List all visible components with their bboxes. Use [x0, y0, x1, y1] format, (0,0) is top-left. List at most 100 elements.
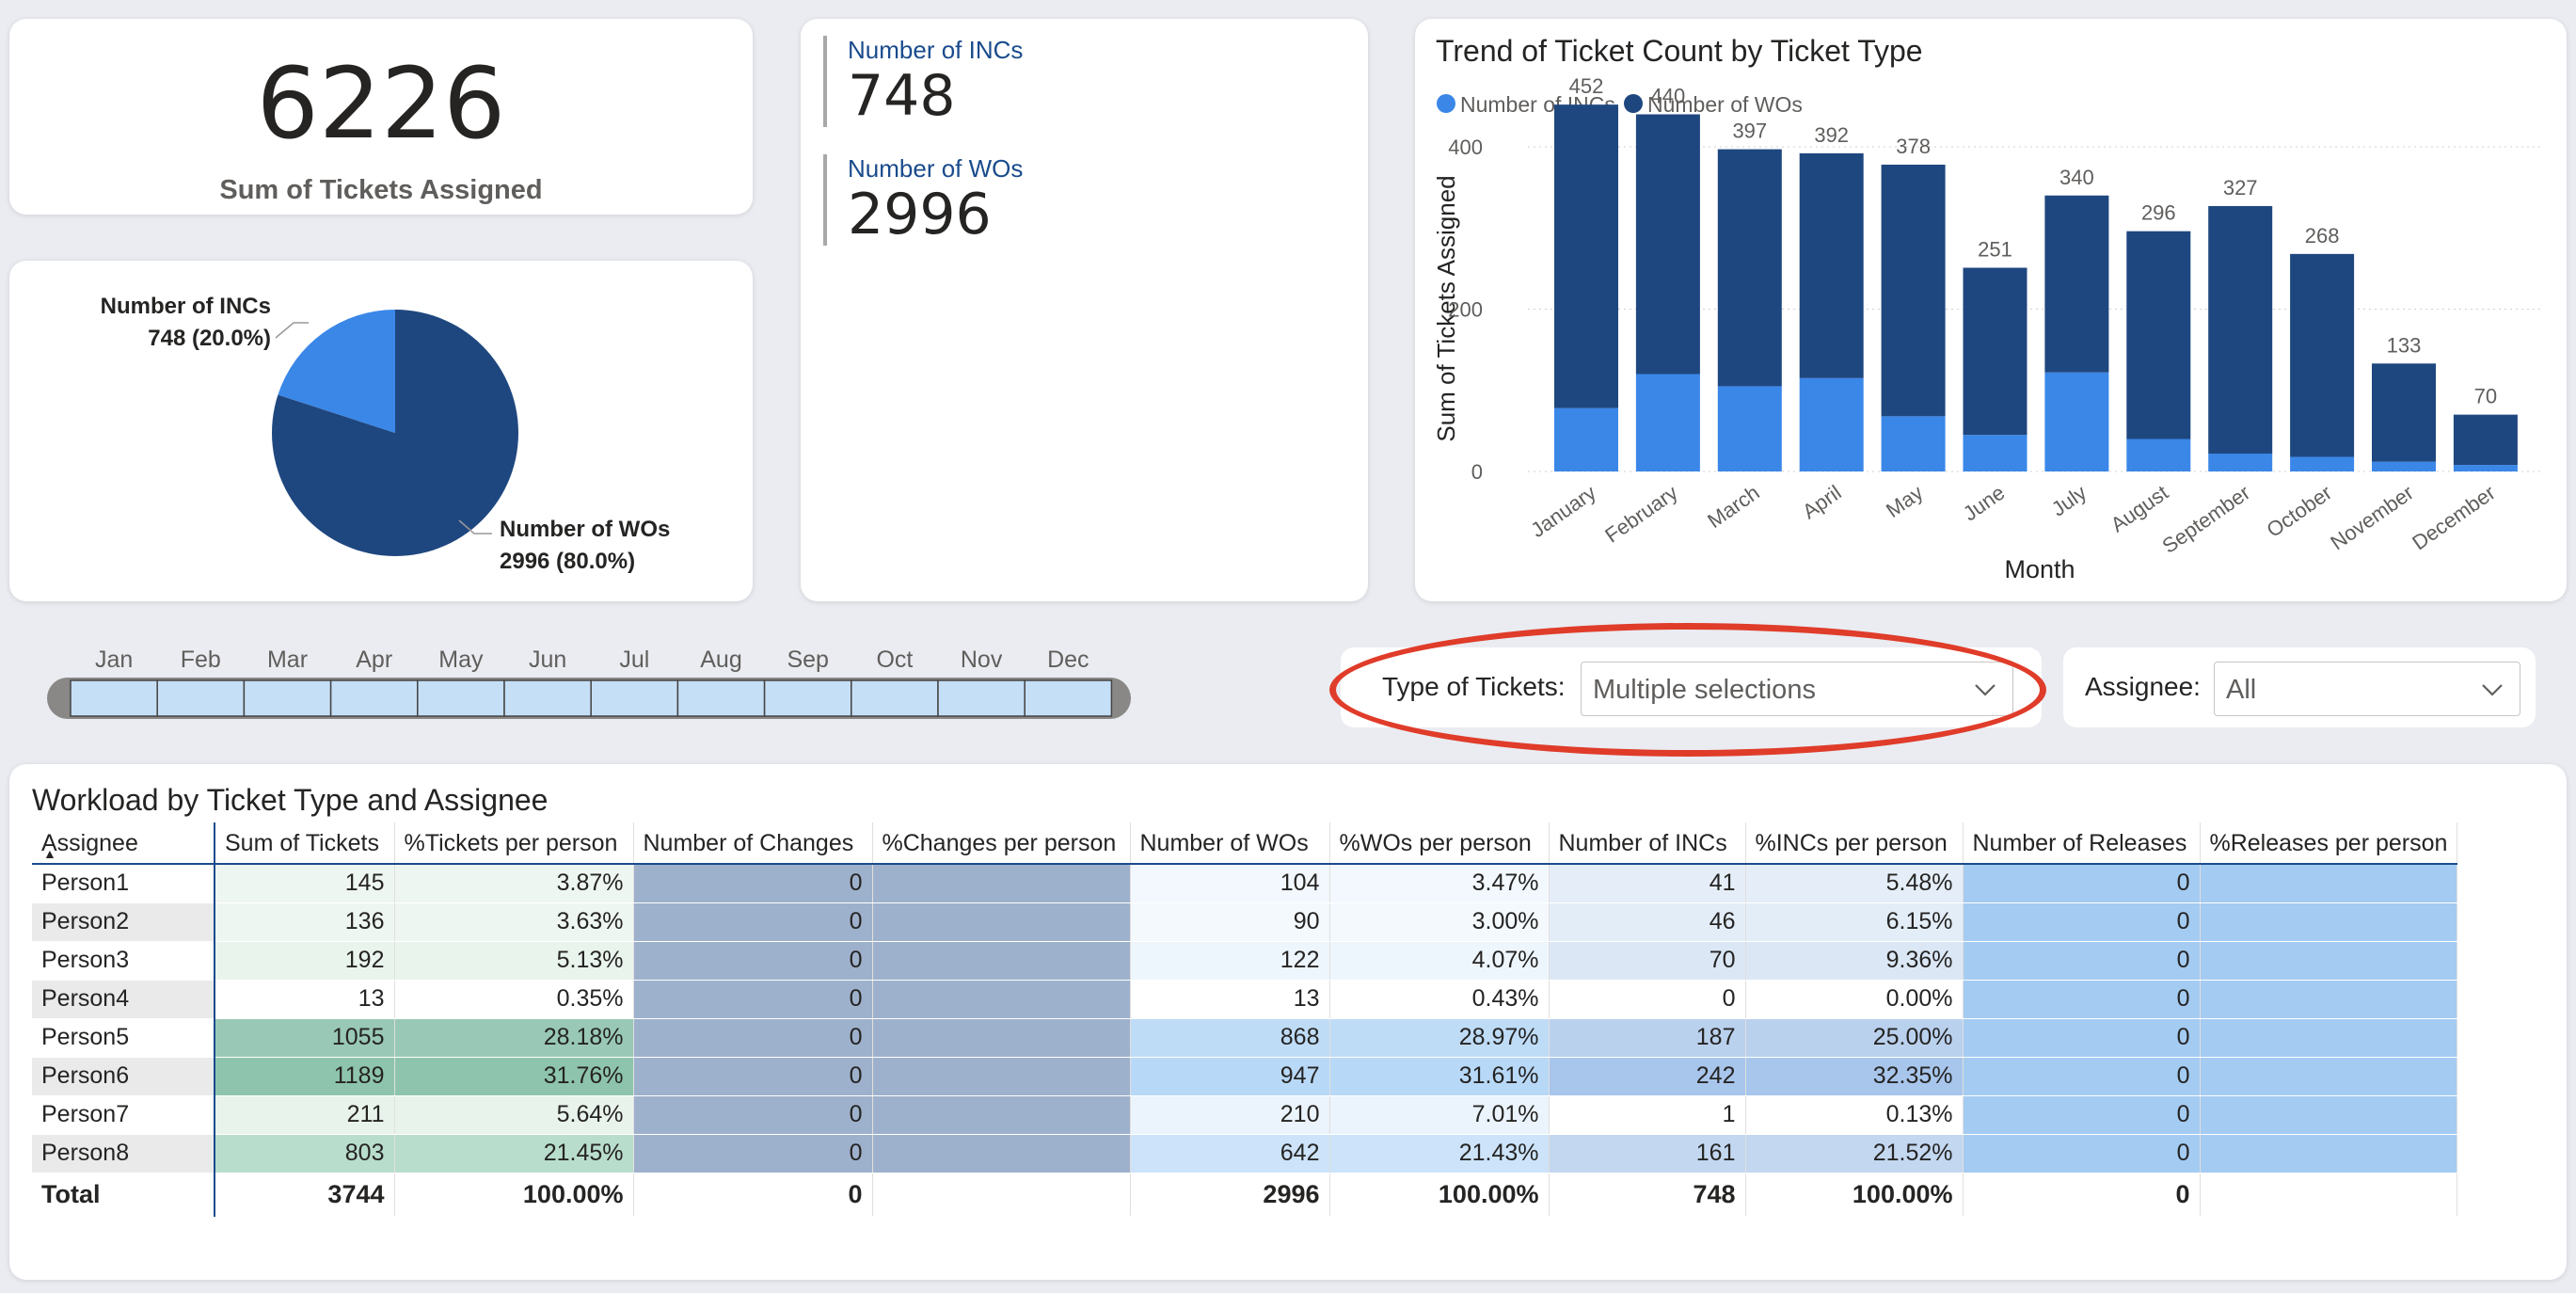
total-cell: 100.00% — [1329, 1173, 1550, 1217]
x-tick-label: August — [2107, 481, 2172, 537]
column-header[interactable]: %INCs per person — [1745, 822, 1964, 865]
bar-wos-may[interactable] — [1881, 164, 1946, 417]
x-tick-label: October — [2263, 481, 2336, 542]
month-label: Nov — [961, 646, 1003, 673]
column-header[interactable]: Assignee ▲ — [32, 822, 215, 865]
kpi-total-label: Sum of Tickets Assigned — [219, 175, 543, 205]
bar-wos-january[interactable] — [1554, 104, 1618, 408]
bar-incs-september[interactable] — [2208, 454, 2273, 471]
total-cell: 100.00% — [1745, 1173, 1964, 1217]
bar-wos-august[interactable] — [2126, 231, 2191, 439]
bar-incs-november[interactable] — [2372, 461, 2436, 471]
data-label-total: 452 — [1569, 74, 1604, 98]
month-label: Mar — [267, 646, 308, 673]
ticket-type-dropdown[interactable]: Multiple selections — [1581, 662, 2013, 716]
column-header[interactable]: Sum of Tickets — [215, 822, 395, 865]
pie-value-wos: 2996 (80.0%) — [500, 549, 635, 574]
table-cell: 6.15% — [1745, 902, 1964, 942]
month-cell-jun[interactable] — [503, 679, 592, 717]
month-cell-mar[interactable] — [243, 679, 332, 717]
data-label-total: 340 — [2059, 166, 2094, 189]
column-header[interactable]: %Tickets per person — [394, 822, 634, 865]
table-cell: 0 — [633, 1095, 873, 1135]
table-row[interactable]: Person8 803 21.45% 0 642 21.43% 161 21.52% 0 — [32, 1134, 2458, 1173]
month-slicer-svg: Jan Feb Mar Apr May Jun Jul Aug Sep Oct Nov Dec — [47, 646, 1131, 719]
bar-wos-march[interactable] — [1717, 149, 1782, 387]
table-row[interactable]: Person2 136 3.63% 0 90 3.00% 46 6.15% 0 — [32, 902, 2458, 942]
table-cell: 0 — [633, 1057, 873, 1096]
month-cell-sep[interactable] — [763, 679, 852, 717]
table-cell: Person4 — [32, 980, 215, 1019]
month-cell-feb[interactable] — [156, 679, 246, 717]
legend-swatch-wos — [1624, 94, 1643, 113]
month-cell-nov[interactable] — [937, 679, 1026, 717]
column-header[interactable]: %Changes per person — [872, 822, 1131, 865]
bar-wos-november[interactable] — [2372, 363, 2436, 462]
table-cell: 210 — [1130, 1095, 1330, 1135]
x-tick-label: May — [1882, 481, 1927, 522]
bar-wos-october[interactable] — [2290, 253, 2355, 457]
data-label-total: 251 — [1978, 238, 2012, 262]
bar-incs-august[interactable] — [2126, 439, 2191, 472]
month-cell-may[interactable] — [417, 679, 505, 717]
month-cell-jul[interactable] — [590, 679, 679, 717]
assignee-dropdown[interactable]: All — [2214, 662, 2520, 716]
bar-incs-march[interactable] — [1717, 386, 1782, 471]
bar-wos-september[interactable] — [2208, 205, 2273, 455]
table-cell: 0 — [1963, 1134, 2201, 1173]
bar-incs-april[interactable] — [1799, 377, 1864, 471]
table-cell — [872, 941, 1131, 981]
table-cell: 41 — [1549, 864, 1746, 903]
table-cell: 5.64% — [394, 1095, 634, 1135]
card-row-wos: Number of WOs 2996 — [823, 154, 1023, 247]
bar-wos-february[interactable] — [1635, 114, 1700, 375]
month-cell-aug[interactable] — [676, 679, 766, 717]
table-row[interactable]: Person5 1055 28.18% 0 868 28.97% 187 25.00% 0 — [32, 1018, 2458, 1058]
table-cell — [2200, 902, 2458, 942]
table-cell: 5.48% — [1745, 864, 1964, 903]
table-cell — [872, 864, 1131, 903]
bar-incs-may[interactable] — [1881, 416, 1946, 471]
column-header[interactable]: %Releases per person — [2200, 822, 2458, 865]
table-row[interactable]: Person1 145 3.87% 0 104 3.47% 41 5.48% 0 — [32, 864, 2458, 903]
chart-bars: 452 January 440 February 397 March 392 April 378… — [1526, 74, 2518, 558]
column-header[interactable]: Number of WOs — [1130, 822, 1330, 865]
bar-incs-october[interactable] — [2290, 456, 2355, 471]
table-row[interactable]: Person3 192 5.13% 0 122 4.07% 70 9.36% 0 — [32, 941, 2458, 981]
month-cell-dec[interactable] — [1024, 679, 1113, 717]
bar-incs-december[interactable] — [2453, 465, 2518, 471]
month-cell-apr[interactable] — [329, 679, 419, 717]
table-cell: 31.76% — [394, 1057, 634, 1096]
table-row[interactable]: Person4 13 0.35% 0 13 0.43% 0 0.00% 0 — [32, 980, 2458, 1019]
table-cell — [872, 980, 1131, 1019]
bar-incs-january[interactable] — [1554, 407, 1618, 471]
column-header[interactable]: Number of Releases — [1963, 822, 2201, 865]
assignee-dropdown-value: All — [2226, 675, 2257, 705]
bar-wos-july[interactable] — [2044, 195, 2109, 373]
bar-incs-june[interactable] — [1963, 435, 2027, 471]
month-cell-oct[interactable] — [851, 679, 939, 717]
column-header[interactable]: Number of Changes — [633, 822, 873, 865]
column-header[interactable]: Number of INCs — [1549, 822, 1746, 865]
month-cell-jan[interactable] — [70, 679, 158, 717]
bar-incs-february[interactable] — [1635, 374, 1700, 472]
table-cell: 0.00% — [1745, 980, 1964, 1019]
kpi-total-tickets-card: 6226 Sum of Tickets Assigned — [9, 19, 753, 215]
card-value-incs: 748 — [848, 63, 956, 130]
assignee-slicer-label: Assignee: — [2085, 672, 2201, 701]
table-cell: 122 — [1130, 941, 1330, 981]
table-row[interactable]: Person6 1189 31.76% 0 947 31.61% 242 32.35% 0 — [32, 1057, 2458, 1096]
table-row[interactable]: Person7 211 5.64% 0 210 7.01% 1 0.13% 0 — [32, 1095, 2458, 1135]
column-header[interactable]: %WOs per person — [1329, 822, 1550, 865]
bar-wos-december[interactable] — [2453, 414, 2518, 466]
table-cell — [2200, 1095, 2458, 1135]
ticket-type-slicer: Type of Tickets: Multiple selections — [1341, 647, 2042, 727]
table-cell — [2200, 980, 2458, 1019]
bar-wos-april[interactable] — [1799, 152, 1864, 378]
table-cell: 28.18% — [394, 1018, 634, 1058]
ticket-type-slicer-label: Type of Tickets: — [1382, 672, 1566, 701]
table-cell: 7.01% — [1329, 1095, 1550, 1135]
trend-bar-chart: Trend of Ticket Count by Ticket Type Num… — [1432, 34, 2544, 583]
bar-incs-july[interactable] — [2044, 372, 2109, 471]
bar-wos-june[interactable] — [1963, 267, 2027, 436]
